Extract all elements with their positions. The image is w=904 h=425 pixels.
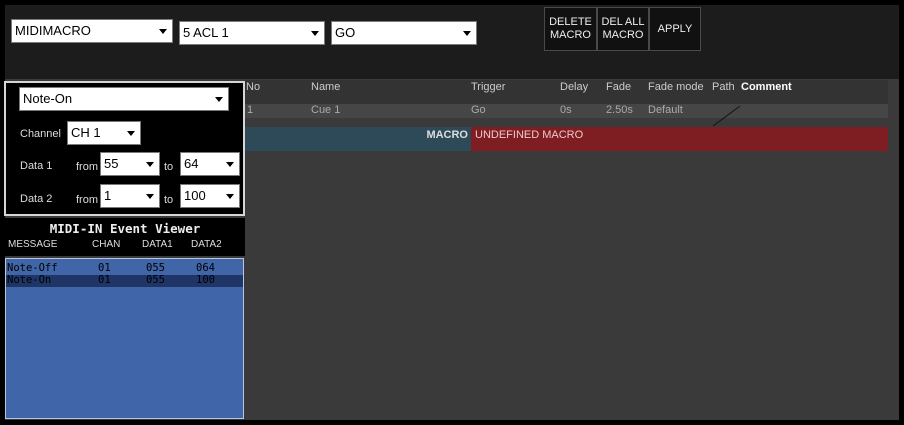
action-select[interactable]: GO xyxy=(331,21,477,45)
event-data2: 100 xyxy=(196,274,215,286)
macro-label: MACRO xyxy=(426,129,468,141)
chevron-down-icon xyxy=(159,29,167,34)
data1-to-select[interactable]: 64 xyxy=(180,152,240,176)
event-data1: 055 xyxy=(146,262,165,274)
chevron-down-icon xyxy=(311,31,319,36)
event-message: Note-Off xyxy=(7,262,58,274)
cue-list-select[interactable]: 5 ACL 1 xyxy=(179,21,325,45)
chevron-down-icon xyxy=(146,194,154,199)
delete-all-macro-button[interactable]: DEL ALL MACRO xyxy=(597,7,649,51)
action-value: GO xyxy=(335,25,356,40)
message-type-select[interactable]: Note-On xyxy=(19,87,229,111)
data2-to-label: to xyxy=(164,194,174,206)
event-viewer-title: MIDI-IN Event Viewer xyxy=(49,221,201,236)
chevron-down-icon xyxy=(127,131,135,136)
cue-fade-mode: Default xyxy=(648,104,683,116)
event-row[interactable]: Note-On 01 055 100 xyxy=(6,274,243,287)
cue-delay: 0s xyxy=(560,104,572,116)
cue-fade: 2.50s xyxy=(606,104,633,116)
chevron-down-icon xyxy=(146,162,154,167)
event-data1: 055 xyxy=(146,274,165,286)
data1-label: Data 1 xyxy=(20,160,53,172)
col-name[interactable]: Name xyxy=(311,81,340,93)
event-viewer-header: MIDI-IN Event Viewer MESSAGE CHAN DATA1 … xyxy=(5,218,245,256)
chevron-down-icon xyxy=(463,31,471,36)
data2-from-select[interactable]: 1 xyxy=(100,184,160,208)
apply-button[interactable]: APPLY xyxy=(649,7,701,51)
path-curve-icon xyxy=(712,105,741,127)
chevron-down-icon xyxy=(226,194,234,199)
viewer-col-message: MESSAGE xyxy=(8,239,58,250)
cue-list-value: 5 ACL 1 xyxy=(183,25,229,40)
macro-type-select[interactable]: MIDIMACRO xyxy=(11,19,173,43)
channel-label: Channel xyxy=(20,128,61,140)
col-delay[interactable]: Delay xyxy=(560,81,588,93)
cue-trigger: Go xyxy=(471,104,486,116)
macro-value: UNDEFINED MACRO xyxy=(475,129,584,141)
macro-label-cell: MACRO xyxy=(245,127,471,151)
message-type-value: Note-On xyxy=(23,91,73,106)
data2-from-label: from xyxy=(76,194,98,206)
event-chan: 01 xyxy=(98,262,111,274)
data2-label: Data 2 xyxy=(20,193,53,205)
col-no[interactable]: No xyxy=(246,81,260,93)
col-fade-mode[interactable]: Fade mode xyxy=(648,81,704,93)
channel-select[interactable]: CH 1 xyxy=(67,121,141,145)
col-trigger[interactable]: Trigger xyxy=(471,81,505,93)
cue-name: Cue 1 xyxy=(311,104,341,116)
data2-to-select[interactable]: 100 xyxy=(180,184,240,208)
app-window: MIDIMACRO 5 ACL 1 GO DELETE MACRO DEL AL… xyxy=(0,0,904,425)
event-message: Note-On xyxy=(7,274,52,286)
chevron-down-icon xyxy=(226,162,234,167)
col-path[interactable]: Path xyxy=(712,81,735,93)
event-data2: 064 xyxy=(196,262,215,274)
chevron-down-icon xyxy=(215,97,223,102)
delete-macro-button[interactable]: DELETE MACRO xyxy=(544,7,597,51)
cue-no: 1 xyxy=(247,104,254,116)
macro-type-value: MIDIMACRO xyxy=(15,23,91,38)
col-fade[interactable]: Fade xyxy=(606,81,631,93)
viewer-col-chan: CHAN xyxy=(92,239,121,250)
event-chan: 01 xyxy=(98,274,111,286)
data1-from-label: from xyxy=(76,161,98,173)
col-comment[interactable]: Comment xyxy=(741,81,792,93)
event-list[interactable]: Note-Off 01 055 064 Note-On 01 055 100 xyxy=(5,258,244,419)
viewer-col-data2: DATA2 xyxy=(191,239,222,250)
data1-to-label: to xyxy=(164,161,174,173)
viewer-col-data1: DATA1 xyxy=(142,239,173,250)
data1-from-select[interactable]: 55 xyxy=(100,152,160,176)
macro-value-cell[interactable]: UNDEFINED MACRO xyxy=(471,127,888,151)
